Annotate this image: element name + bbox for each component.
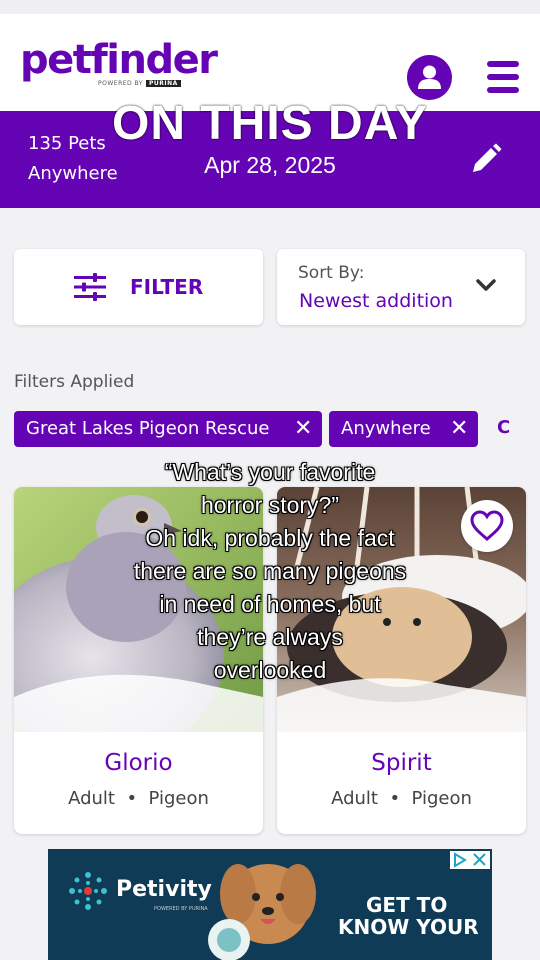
petivity-logo-icon: [69, 872, 107, 910]
filter-chip-organization[interactable]: Great Lakes Pigeon Rescue ✕: [14, 411, 322, 447]
video-overlay-date: Apr 28, 2025: [204, 152, 336, 178]
chip-label: Great Lakes Pigeon Rescue: [26, 418, 270, 439]
pet-name[interactable]: Glorio: [14, 750, 263, 776]
logo-tagline: POWERED BY PURINA: [98, 80, 181, 87]
ad-cta-line1: GET TO: [366, 893, 448, 917]
sort-label: Sort By:: [298, 263, 365, 283]
pet-meta: Adult • Pigeon: [68, 788, 209, 809]
petfinder-logo[interactable]: petfinder POWERED BY PURINA: [20, 37, 218, 87]
adchoices-icon[interactable]: [450, 851, 490, 869]
chevron-down-icon: [476, 279, 496, 291]
ad-banner[interactable]: Petivity POWERED BY PURINA GET TO KNOW Y…: [48, 849, 492, 960]
account-button[interactable]: [407, 55, 452, 100]
pet-meta: Adult • Pigeon: [331, 788, 472, 809]
filter-button[interactable]: FILTER: [14, 249, 263, 325]
sliders-icon: [74, 273, 106, 301]
account-icon: [418, 65, 441, 89]
video-caption: “What’s your favorite horror story?” Oh …: [133, 459, 407, 683]
sort-dropdown[interactable]: Sort By: Newest addition: [277, 249, 525, 325]
close-icon[interactable]: ✕: [294, 411, 312, 447]
filter-chip-location[interactable]: Anywhere ✕: [329, 411, 478, 447]
sort-value: Newest addition: [299, 290, 453, 312]
pet-name[interactable]: Spirit: [277, 750, 526, 776]
dog-image: [208, 864, 316, 960]
status-strip: [0, 0, 540, 14]
close-icon[interactable]: ✕: [450, 411, 468, 447]
filters-applied-label: Filters Applied: [14, 372, 135, 392]
ad-cta-line2: KNOW YOUR: [338, 915, 479, 939]
video-overlay-title: ON THIS DAY: [112, 97, 428, 150]
chip-label: Anywhere: [341, 418, 431, 439]
filter-label: FILTER: [130, 275, 204, 299]
hamburger-menu-icon[interactable]: [487, 61, 519, 93]
filter-chip-overflow[interactable]: C: [497, 417, 510, 438]
logo-wordmark: petfinder: [20, 37, 218, 83]
